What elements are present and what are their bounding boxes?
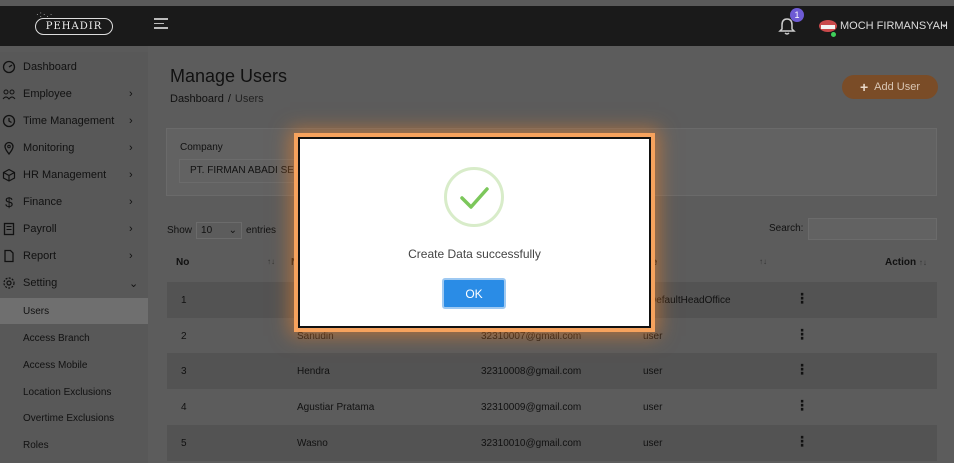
location-pin-icon — [4, 141, 14, 155]
column-header-no[interactable]: No — [176, 257, 189, 268]
sidebar-item-payroll[interactable]: Payroll › — [0, 216, 148, 242]
sort-icon[interactable]: ↑↓ — [267, 257, 275, 266]
chevron-down-icon[interactable]: ⌄ — [940, 19, 948, 30]
breadcrumb-dashboard[interactable]: Dashboard — [170, 93, 224, 105]
chevron-down-icon: ⌄ — [129, 277, 139, 290]
app-logo[interactable]: ·:·.· PEHADIR — [0, 6, 148, 46]
sidebar-item-hr-management[interactable]: HR Management › — [0, 162, 148, 188]
sidebar-subitem-users[interactable]: Users — [0, 298, 148, 324]
cube-icon — [2, 168, 16, 182]
sidebar-subitem-overtime-exclusions[interactable]: Overtime Exclusions — [0, 405, 148, 431]
sort-icon[interactable]: ↑↓ — [759, 257, 767, 266]
chevron-right-icon: › — [129, 196, 133, 208]
notification-badge: 1 — [790, 8, 804, 22]
entries-control: Show 10 ⌄ entries — [167, 222, 276, 239]
sidebar-subitem-roles[interactable]: Roles — [0, 432, 148, 458]
calculator-icon — [3, 222, 15, 236]
gear-icon — [3, 277, 15, 289]
users-icon — [2, 89, 16, 100]
kebab-menu-icon[interactable]: ⋮ — [795, 361, 809, 378]
top-navbar: ·:·.· PEHADIR 1 MOCH FIRMANSYAH ⌄ — [0, 6, 954, 46]
plus-icon: + — [859, 79, 869, 95]
kebab-menu-icon[interactable]: ⋮ — [795, 290, 809, 307]
chevron-right-icon: › — [129, 115, 133, 127]
chevron-right-icon: › — [129, 88, 133, 100]
entries-select[interactable]: 10 ⌄ — [196, 222, 243, 239]
logo-text: PEHADIR — [34, 17, 114, 35]
page-title: Manage Users — [170, 66, 288, 86]
chevron-right-icon: › — [129, 142, 133, 154]
success-modal: Create Data successfully OK — [298, 137, 651, 328]
breadcrumb-current: Users — [234, 93, 264, 105]
success-check-icon — [444, 167, 504, 227]
online-status-dot — [830, 31, 837, 38]
chevron-right-icon: › — [129, 250, 133, 262]
search-input[interactable] — [808, 218, 937, 240]
kebab-menu-icon[interactable]: ⋮ — [795, 433, 809, 450]
sidebar-item-finance[interactable]: $ Finance › — [0, 189, 148, 215]
sidebar-item-employee[interactable]: Employee › — [0, 81, 148, 107]
menu-toggle-icon[interactable] — [154, 18, 168, 32]
dollar-icon: $ — [5, 194, 13, 210]
modal-message: Create Data successfully — [408, 247, 541, 261]
kebab-menu-icon[interactable]: ⋮ — [795, 397, 809, 414]
sidebar-item-setting[interactable]: Setting ⌄ — [0, 270, 148, 296]
user-name[interactable]: MOCH FIRMANSYAH — [840, 20, 948, 32]
sidebar-subitem-location-exclusions[interactable]: Location Exclusions — [0, 379, 148, 405]
table-row[interactable]: 5 Wasno 32310010@gmail.com user ⋮ — [167, 425, 937, 461]
table-row[interactable]: 3 Hendra 32310008@gmail.com user ⋮ — [167, 353, 937, 389]
search-label: Search: — [769, 223, 804, 234]
sidebar-subitem-access-branch[interactable]: Access Branch — [0, 325, 148, 351]
chevron-right-icon: › — [129, 169, 133, 181]
table-row[interactable]: 4 Agustiar Pratama 32310009@gmail.com us… — [167, 389, 937, 425]
kebab-menu-icon[interactable]: ⋮ — [795, 326, 809, 343]
sidebar: Dashboard Employee › Time Management › M… — [0, 52, 148, 463]
column-header-action[interactable]: Action ↑↓ — [885, 257, 927, 268]
company-label: Company — [180, 142, 223, 153]
gauge-icon — [2, 60, 16, 74]
file-icon — [4, 249, 14, 263]
sort-icon: ↑↓ — [918, 258, 927, 267]
ok-button[interactable]: OK — [442, 278, 506, 309]
chevron-right-icon: › — [129, 223, 133, 235]
chevron-down-icon: ⌄ — [228, 225, 238, 236]
add-user-button[interactable]: + Add User — [842, 75, 938, 99]
breadcrumb: Dashboard / Users — [170, 93, 264, 105]
sidebar-item-report[interactable]: Report › — [0, 243, 148, 269]
clock-icon — [2, 114, 16, 128]
sidebar-subitem-access-mobile[interactable]: Access Mobile — [0, 352, 148, 378]
sidebar-item-time-management[interactable]: Time Management › — [0, 108, 148, 134]
sidebar-item-dashboard[interactable]: Dashboard — [0, 54, 148, 80]
sidebar-item-monitoring[interactable]: Monitoring › — [0, 135, 148, 161]
